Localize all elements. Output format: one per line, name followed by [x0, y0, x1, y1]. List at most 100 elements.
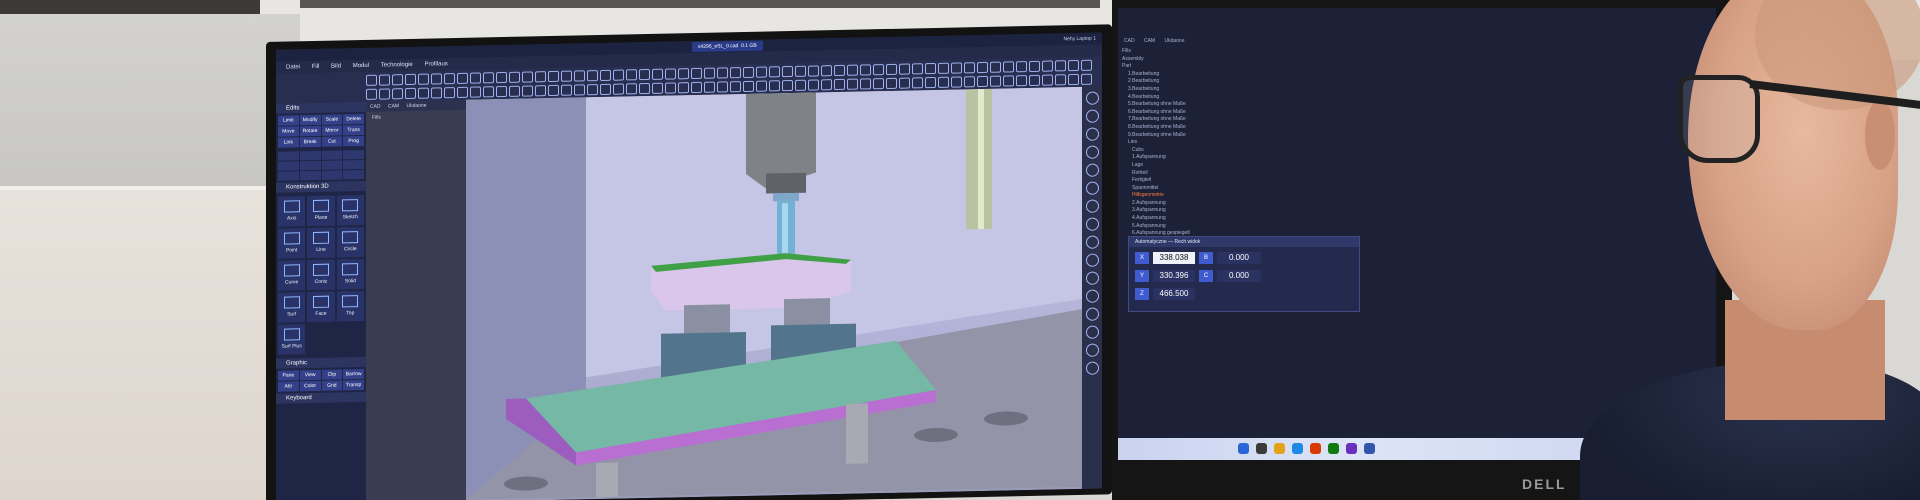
toolbar-icon[interactable] — [1016, 61, 1027, 73]
toolbar-icon[interactable] — [808, 79, 819, 91]
rotate-button[interactable]: Rotate — [299, 125, 321, 137]
axis-value[interactable]: 0.000 — [1217, 270, 1261, 282]
scale-button[interactable]: Scale — [321, 114, 343, 125]
tool-icon[interactable] — [321, 170, 343, 180]
tree-row[interactable]: Cubs — [1122, 147, 1190, 155]
toolbar-icon[interactable] — [808, 65, 819, 77]
grid-button[interactable]: Grid — [321, 380, 343, 391]
toolbar-icon[interactable] — [925, 62, 936, 75]
toolbar-icon[interactable] — [847, 64, 858, 76]
toolbar-icon[interactable] — [548, 84, 559, 97]
attr-button[interactable]: Attr — [278, 381, 299, 392]
file-tab[interactable]: s4296_eSL_0.cad 0.1 GB — [692, 40, 763, 53]
menu-item[interactable]: Datei — [286, 64, 300, 70]
tree-row[interactable]: 4.Aufspannung — [1122, 215, 1190, 223]
tool-icon[interactable] — [343, 149, 364, 160]
tool-icon[interactable] — [278, 151, 299, 161]
toolbar-icon[interactable] — [548, 70, 559, 83]
toolbar-icon[interactable] — [639, 68, 650, 81]
app-icon[interactable] — [1346, 443, 1357, 454]
toolbar-icon[interactable] — [769, 66, 780, 78]
tree-row[interactable]: Spannmittel — [1122, 185, 1190, 193]
toolbar-icon[interactable] — [444, 87, 455, 99]
conic-tool[interactable]: Conic — [307, 259, 335, 291]
view-icon[interactable] — [1085, 325, 1099, 339]
tree-row[interactable]: Fills — [1122, 48, 1190, 56]
app-icon[interactable] — [1310, 443, 1321, 454]
toolbar-icon[interactable] — [678, 82, 689, 94]
toolbar-icon[interactable] — [457, 86, 468, 98]
circle-tool[interactable]: Circle — [336, 226, 364, 258]
toolbar-icon[interactable] — [847, 78, 858, 90]
toolbar-icon[interactable] — [1068, 59, 1079, 72]
tree-row[interactable]: Part — [1122, 63, 1190, 71]
toolbar-icon[interactable] — [561, 70, 572, 82]
toolbar-icon[interactable] — [860, 64, 871, 76]
view-icon[interactable] — [1085, 217, 1099, 231]
toolbar-icon[interactable] — [691, 81, 702, 94]
toolbar-icon[interactable] — [925, 76, 936, 89]
barrow-button[interactable]: Barrow — [343, 368, 364, 380]
toolbar-icon[interactable] — [990, 75, 1001, 87]
toolbar-icon[interactable] — [613, 83, 624, 95]
toolbar-icon[interactable] — [470, 72, 481, 84]
move-button[interactable]: Move — [278, 126, 299, 137]
tree-row[interactable]: Fertigteil — [1122, 177, 1190, 185]
toolbar-icon[interactable] — [418, 73, 429, 85]
start-icon[interactable] — [1238, 443, 1249, 454]
tree-row[interactable]: Rohteil — [1122, 170, 1190, 178]
toolbar-icon[interactable] — [418, 87, 429, 99]
tree-row[interactable]: Lage — [1122, 162, 1190, 170]
view-icon[interactable] — [1085, 343, 1099, 357]
toolbar-icon[interactable] — [431, 73, 442, 85]
toolbar-icon[interactable] — [652, 82, 663, 94]
tab-cad[interactable]: CAD — [1124, 38, 1135, 44]
prog-button[interactable]: Prog — [343, 135, 364, 147]
toolbar-icon[interactable] — [938, 76, 949, 88]
view-icon[interactable] — [1085, 307, 1099, 321]
toolbar-icon[interactable] — [717, 67, 728, 79]
toolbar-icon[interactable] — [912, 63, 923, 75]
toolbar-icon[interactable] — [1029, 60, 1040, 73]
cut-button[interactable]: Cut — [321, 136, 343, 147]
axis-value[interactable]: 330.396 — [1153, 270, 1195, 282]
tree-row[interactable]: 9.Bearbeitung ohne Maße — [1122, 132, 1190, 140]
axis-tool[interactable]: Axis — [278, 196, 306, 227]
point-tool[interactable]: Point — [278, 228, 306, 259]
sketch-tool[interactable]: Sketch — [336, 194, 364, 226]
toolbar-icon[interactable] — [717, 81, 728, 93]
toolbar-icon[interactable] — [366, 74, 377, 86]
toolbar-icon[interactable] — [795, 79, 806, 91]
view-icon[interactable] — [1085, 361, 1099, 375]
trans-button[interactable]: Trans — [343, 124, 364, 136]
toolbar-icon[interactable] — [964, 76, 975, 88]
toolbar-icon[interactable] — [1042, 74, 1053, 86]
toolbar-icon[interactable] — [405, 87, 416, 100]
toolbar-icon[interactable] — [990, 61, 1001, 73]
toolbar-icon[interactable] — [522, 71, 533, 83]
toolbar-icon[interactable] — [951, 76, 962, 88]
tree-row[interactable]: 3.Aufspannung — [1122, 207, 1190, 215]
toolbar-icon[interactable] — [899, 77, 910, 89]
toolbar-icon[interactable] — [873, 78, 884, 90]
toolbar-icon[interactable] — [392, 74, 403, 86]
toolbar-icon[interactable] — [366, 88, 377, 100]
toolbar-icon[interactable] — [379, 74, 390, 86]
toolbar-icon[interactable] — [821, 79, 832, 91]
curve-tool[interactable]: Curve — [278, 260, 306, 291]
toolbar-icon[interactable] — [639, 82, 650, 95]
axis-value[interactable]: 466.500 — [1153, 288, 1195, 300]
tab-ukdaone[interactable]: Ukdaone — [1164, 38, 1184, 44]
toolbar-icon[interactable] — [730, 81, 741, 93]
toolbar-icon[interactable] — [938, 62, 949, 74]
top-tool[interactable]: Top — [336, 290, 364, 322]
toolbar-icon[interactable] — [873, 64, 884, 76]
color-button[interactable]: Color — [299, 380, 321, 392]
toolbar-icon[interactable] — [600, 69, 611, 82]
view-icon[interactable] — [1085, 91, 1099, 105]
toolbar-icon[interactable] — [587, 70, 598, 82]
toolbar-icon[interactable] — [379, 88, 390, 100]
view-icon[interactable] — [1085, 127, 1099, 141]
app-icon[interactable] — [1364, 443, 1375, 454]
tree-row[interactable]: 2.Aufspannung — [1122, 200, 1190, 208]
